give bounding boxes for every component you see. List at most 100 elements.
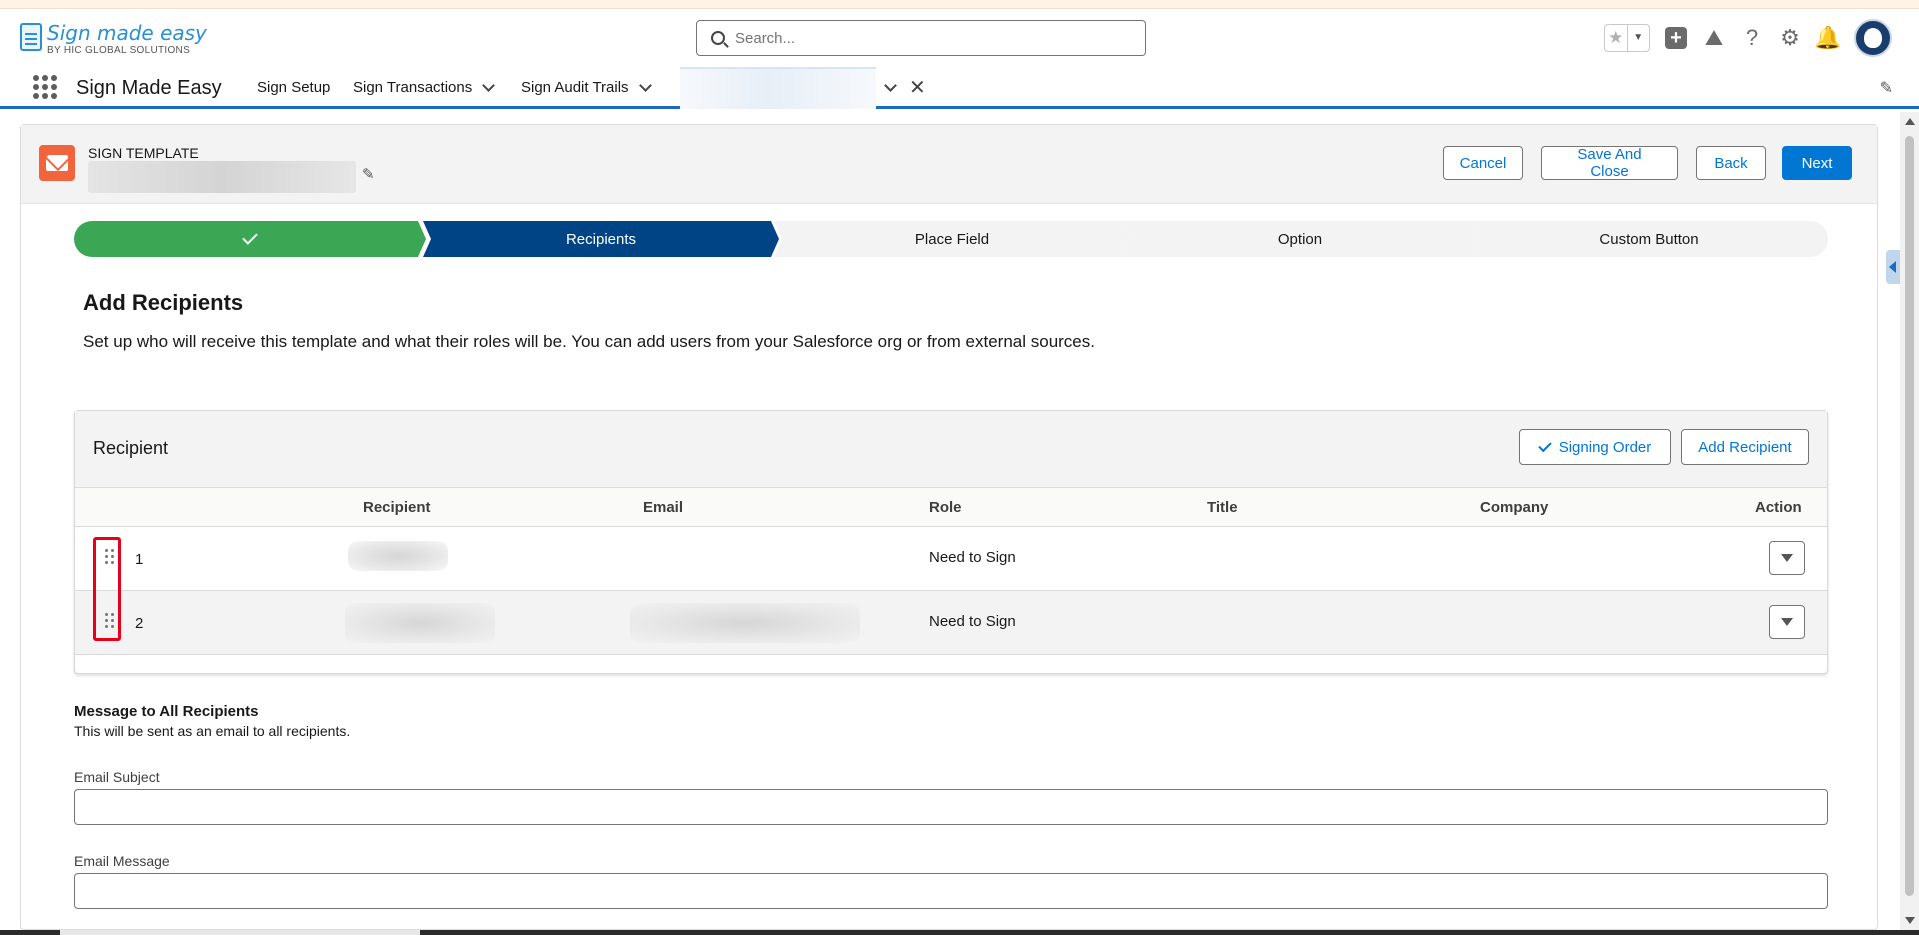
chevron-down-icon[interactable] <box>884 79 897 92</box>
dropdown-icon <box>1781 618 1793 626</box>
recipient-email-redacted <box>630 603 860 643</box>
global-actions-button[interactable]: + <box>1664 26 1688 50</box>
search-icon <box>711 31 725 45</box>
app-launcher-icon[interactable] <box>33 75 57 99</box>
row-order-number: 1 <box>135 551 144 568</box>
path-step-option[interactable]: Option <box>1122 221 1478 257</box>
column-header-recipient: Recipient <box>363 499 431 516</box>
recipients-card-header: Recipient Signing Order Add Recipient <box>75 411 1827 488</box>
avatar-face-icon <box>1864 28 1882 48</box>
logo-main-text: Sign made easy <box>47 21 207 45</box>
avatar[interactable] <box>1854 19 1892 57</box>
path-step-label: Option <box>1277 230 1323 248</box>
recipient-name-redacted <box>348 541 448 571</box>
path-step-label: Place Field <box>914 230 990 248</box>
utility-panel-toggle[interactable] <box>1886 250 1900 284</box>
table-header: Recipient Email Role Title Company Actio… <box>75 488 1827 527</box>
nav-item-label: Sign Setup <box>257 79 331 96</box>
section-description: Set up who will receive this template an… <box>83 332 1095 351</box>
message-section-description: This will be sent as an email to all rec… <box>74 723 351 739</box>
path-step-recipients[interactable]: Recipients <box>423 221 779 257</box>
gear-icon[interactable]: ⚙ <box>1778 25 1802 50</box>
vertical-scrollbar[interactable] <box>1900 112 1919 930</box>
path-step-custom-button[interactable]: Custom Button <box>1470 221 1828 257</box>
template-name-redacted <box>88 161 356 193</box>
column-header-company: Company <box>1480 499 1549 516</box>
path-step-place-field[interactable]: Place Field <box>774 221 1130 257</box>
row-role: Need to Sign <box>929 613 1016 630</box>
row-action-dropdown[interactable] <box>1769 605 1805 639</box>
chevron-down-icon[interactable] <box>482 78 496 92</box>
path-step-complete[interactable] <box>74 221 426 257</box>
card-title: Recipient <box>93 438 169 458</box>
cancel-button[interactable]: Cancel <box>1443 146 1523 180</box>
bottom-status-bar <box>0 930 1919 935</box>
save-and-close-button[interactable]: Save And Close <box>1541 146 1678 180</box>
edit-nav-pencil-icon[interactable]: ✎ <box>1880 78 1893 98</box>
dropdown-icon <box>1781 554 1793 562</box>
column-header-role: Role <box>929 499 962 516</box>
row-action-dropdown[interactable] <box>1769 541 1805 575</box>
nav-item-sign-audit-trails[interactable]: Sign Audit Trails <box>521 78 652 96</box>
nav-item-sign-transactions[interactable]: Sign Transactions <box>353 78 496 96</box>
scroll-down-icon[interactable] <box>1905 917 1915 924</box>
header-utility-icons: ★ ▼ + ⛰ ? ⚙ 🔔 <box>1604 19 1892 57</box>
logo-sub-text: BY HIC GLOBAL SOLUTIONS <box>47 45 191 56</box>
table-row: 1 Need to Sign <box>75 527 1827 591</box>
star-icon[interactable]: ★ <box>1605 25 1627 51</box>
chevron-down-icon[interactable]: ▼ <box>1626 25 1650 51</box>
page-header: SIGN TEMPLATE ✎ Cancel Save And Close Ba… <box>21 125 1877 204</box>
nav-item-label: Sign Audit Trails <box>521 79 629 96</box>
add-recipient-button[interactable]: Add Recipient <box>1681 429 1809 465</box>
envelope-icon <box>39 145 75 181</box>
path-step-label: Custom Button <box>1599 230 1699 248</box>
browser-top-strip <box>0 0 1919 9</box>
chevron-down-icon[interactable] <box>638 78 652 92</box>
bell-icon[interactable]: 🔔 <box>1814 25 1841 50</box>
column-header-title: Title <box>1207 499 1238 516</box>
open-record-tab[interactable] <box>680 67 876 109</box>
pencil-icon[interactable]: ✎ <box>362 165 375 183</box>
check-icon <box>242 229 258 245</box>
email-message-label: Email Message <box>74 853 170 869</box>
scroll-up-icon[interactable] <box>1905 118 1915 125</box>
recipient-name-redacted <box>345 603 495 643</box>
check-icon <box>1538 438 1552 453</box>
app-navigation-bar: Sign Made Easy Sign Setup Sign Transacti… <box>0 67 1919 109</box>
email-message-input[interactable] <box>74 873 1828 909</box>
record-tab-controls: ✕ <box>884 78 926 98</box>
plus-icon: + <box>1665 27 1687 49</box>
back-button[interactable]: Back <box>1696 146 1766 180</box>
document-icon <box>20 23 42 51</box>
path-step-label: Recipients <box>565 230 637 248</box>
nav-item-label: Sign Transactions <box>353 79 473 96</box>
row-role: Need to Sign <box>929 549 1016 566</box>
email-subject-label: Email Subject <box>74 769 160 785</box>
row-order-number: 2 <box>135 615 144 632</box>
app-name: Sign Made Easy <box>76 77 222 99</box>
trailhead-icon[interactable]: ⛰ <box>1702 25 1726 50</box>
next-button[interactable]: Next <box>1782 146 1852 180</box>
global-header: Sign made easy BY HIC GLOBAL SOLUTIONS S… <box>0 9 1919 67</box>
progress-path: Recipients Place Field Option Custom But… <box>74 221 1828 257</box>
page-eyebrow: SIGN TEMPLATE <box>88 145 199 161</box>
signing-order-button[interactable]: Signing Order <box>1519 429 1671 465</box>
nav-item-sign-setup[interactable]: Sign Setup <box>257 79 330 96</box>
message-section-title: Message to All Recipients <box>74 703 259 720</box>
section-title: Add Recipients <box>83 290 244 315</box>
signing-order-label: Signing Order <box>1558 438 1652 456</box>
search-placeholder: Search... <box>735 29 796 47</box>
sign-template-workspace: SIGN TEMPLATE ✎ Cancel Save And Close Ba… <box>20 124 1878 930</box>
table-row: 2 Need to Sign <box>75 591 1827 655</box>
help-icon[interactable]: ? <box>1740 25 1764 50</box>
recipients-card: Recipient Signing Order Add Recipient Re… <box>74 410 1828 674</box>
column-header-email: Email <box>643 499 684 516</box>
scrollbar-thumb[interactable] <box>1905 136 1914 896</box>
email-subject-input[interactable] <box>74 789 1828 825</box>
close-icon[interactable]: ✕ <box>909 78 926 98</box>
column-header-action: Action <box>1755 499 1802 516</box>
global-search-input[interactable]: Search... <box>696 20 1146 56</box>
favorites-button[interactable]: ★ ▼ <box>1604 24 1650 52</box>
drag-handle-highlight-box <box>93 537 121 641</box>
app-logo[interactable]: Sign made easy BY HIC GLOBAL SOLUTIONS <box>20 23 207 56</box>
